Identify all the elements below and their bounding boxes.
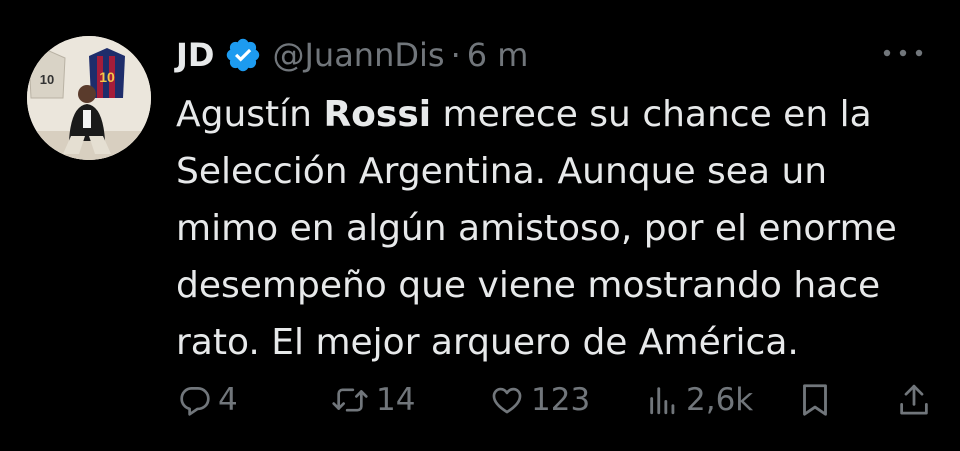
tweet-header: JD @JuannDis · 6 m bbox=[176, 30, 528, 80]
timestamp[interactable]: 6 m bbox=[467, 36, 529, 74]
right-jersey-number: 10 bbox=[99, 69, 115, 85]
views-icon bbox=[650, 387, 675, 415]
more-icon[interactable] bbox=[878, 38, 928, 68]
reply-count: 4 bbox=[218, 382, 238, 418]
view-count: 2,6k bbox=[686, 382, 754, 418]
reply-icon bbox=[180, 387, 210, 416]
author-handle[interactable]: @JuannDis bbox=[272, 36, 444, 74]
like-count: 123 bbox=[531, 382, 591, 418]
tweet-text-start: Agustín bbox=[176, 94, 324, 135]
avatar-photo: 10 10 bbox=[27, 36, 151, 160]
tweet-text-bold: Rossi bbox=[323, 94, 432, 135]
verified-badge-icon[interactable] bbox=[224, 36, 262, 74]
bookmark-icon bbox=[803, 384, 827, 416]
views-button[interactable]: 2,6k bbox=[646, 376, 753, 424]
retweet-button[interactable]: 14 bbox=[330, 376, 415, 424]
reply-button[interactable]: 4 bbox=[178, 376, 238, 424]
retweet-count: 14 bbox=[376, 382, 416, 418]
share-icon bbox=[900, 384, 928, 415]
tweet-text: Agustín Rossi merece su chance en la Sel… bbox=[176, 86, 936, 371]
like-icon bbox=[492, 387, 522, 414]
avatar[interactable]: 10 10 bbox=[27, 36, 151, 160]
left-jersey-number: 10 bbox=[40, 72, 54, 87]
author-name[interactable]: JD bbox=[176, 36, 214, 74]
like-button[interactable]: 123 bbox=[489, 376, 590, 424]
separator-dot: · bbox=[450, 36, 461, 74]
bookmark-button[interactable] bbox=[800, 376, 830, 424]
share-button[interactable] bbox=[898, 376, 930, 424]
action-bar: 4 14 123 2,6k bbox=[176, 376, 936, 424]
retweet-icon bbox=[332, 388, 368, 412]
